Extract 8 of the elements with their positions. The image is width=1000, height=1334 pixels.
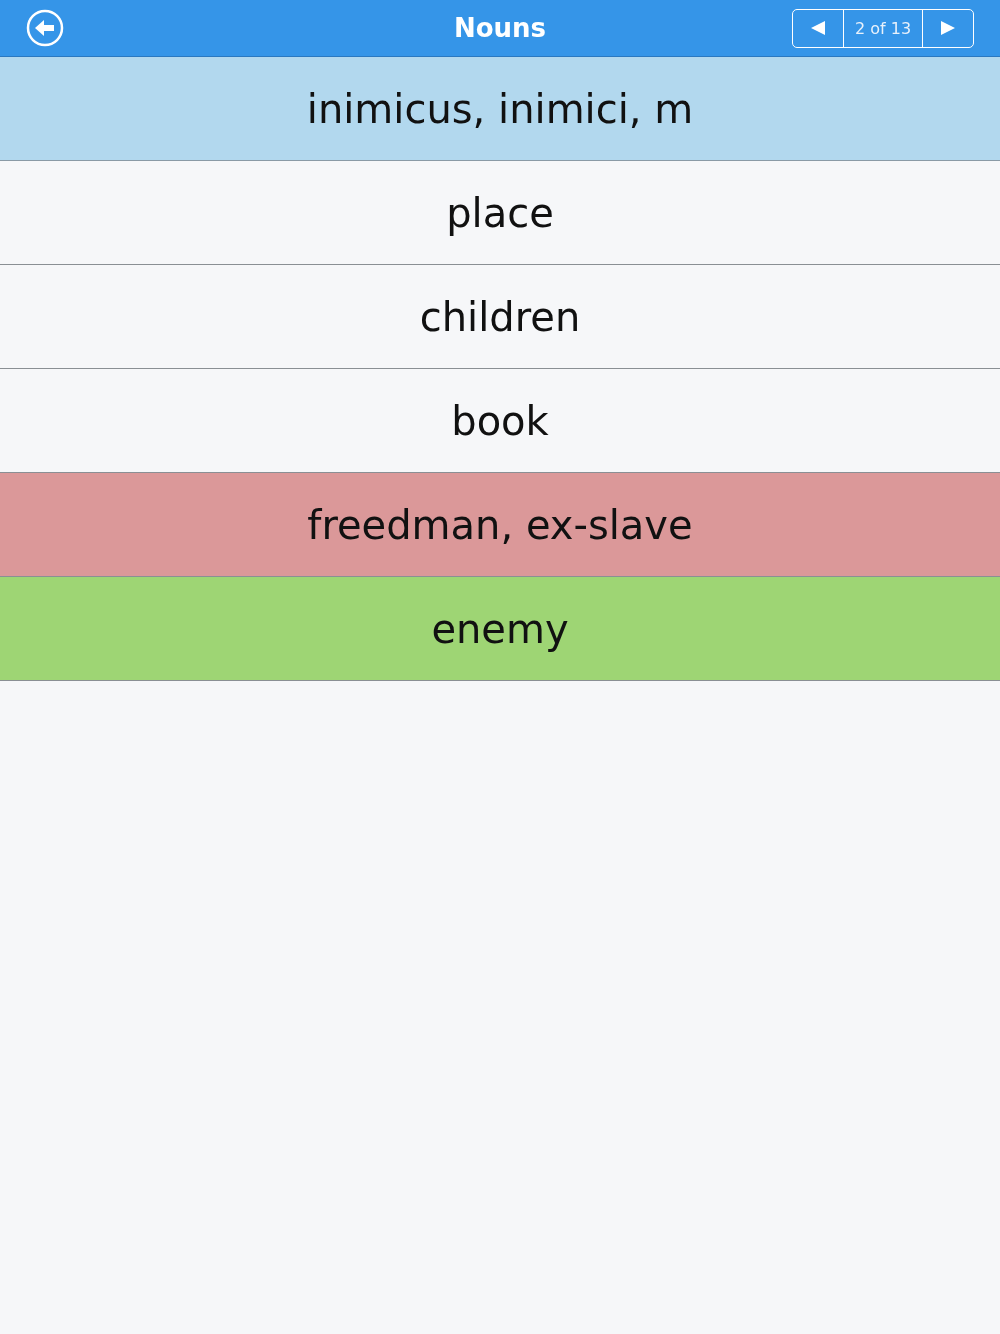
page-counter: 2 of 13 [843, 9, 923, 47]
left-triangle-icon [810, 20, 826, 36]
back-button[interactable] [26, 9, 64, 47]
right-triangle-icon [940, 20, 956, 36]
screen-title: Nouns [453, 13, 547, 43]
question-card: inimicus, inimici, m [0, 57, 1000, 161]
answer-option[interactable]: enemy [0, 577, 1000, 681]
answer-option[interactable]: freedman, ex-slave [0, 473, 1000, 577]
